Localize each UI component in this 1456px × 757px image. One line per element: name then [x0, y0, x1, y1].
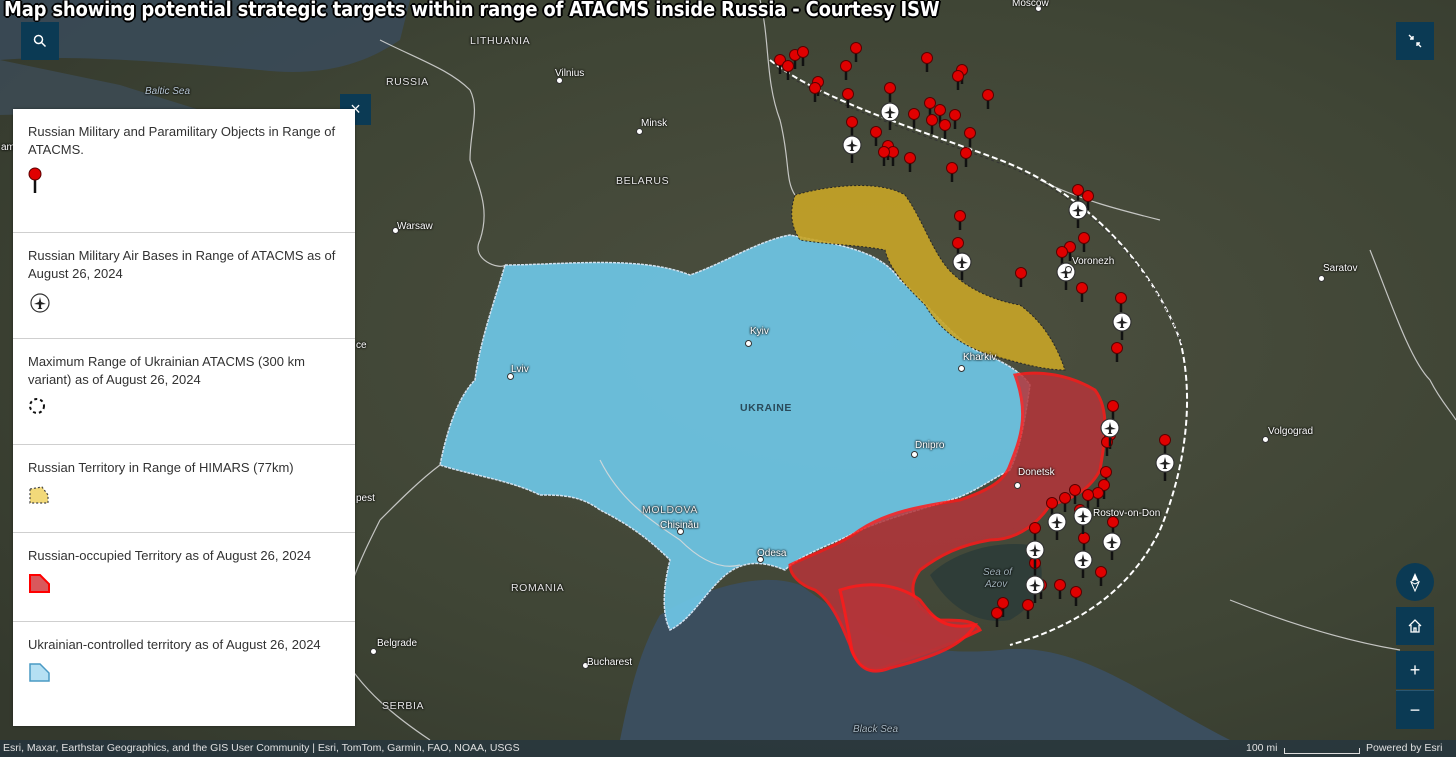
blue-polygon-icon — [29, 663, 50, 682]
powered-by-esri[interactable]: Powered by Esri — [1366, 740, 1442, 757]
legend-item-occupied: Russian-occupied Territory as of August … — [13, 533, 355, 622]
label-vilnius: Vilnius — [555, 68, 585, 79]
legend-panel: Russian Military and Paramilitary Object… — [13, 109, 355, 726]
label-dnipro: Dnipro — [915, 440, 945, 451]
legend-item-atacms-range: Maximum Range of Ukrainian ATACMS (300 k… — [13, 339, 355, 445]
label-kharkiv: Kharkiv — [963, 352, 997, 363]
label-lviv: Lviv — [511, 364, 529, 375]
label-ce: ce — [356, 340, 367, 351]
zoom-in-button[interactable]: + — [1396, 651, 1434, 689]
label-serbia: SERBIA — [382, 700, 425, 712]
label-chisinau: Chișinău — [660, 520, 699, 531]
label-ukraine: UKRAINE — [740, 402, 793, 414]
label-russia: RUSSIA — [386, 76, 429, 88]
city-dot-donetsk — [1014, 482, 1021, 489]
legend-label: Russian Military Air Bases in Range of A… — [28, 248, 336, 281]
legend-label: Russian Territory in Range of HIMARS (77… — [28, 460, 294, 475]
legend-item-ukrainian-controlled: Ukrainian-controlled territory as of Aug… — [13, 622, 355, 726]
attribution-bar: Esri, Maxar, Earthstar Geographics, and … — [0, 740, 1456, 757]
airplane-icon — [30, 293, 50, 313]
label-belgrade: Belgrade — [377, 638, 418, 649]
label-saratov: Saratov — [1323, 263, 1358, 274]
label-baltic-sea: Baltic Sea — [145, 86, 191, 97]
label-volgograd: Volgograd — [1268, 426, 1314, 437]
page-title: Map showing potential strategic targets … — [4, 0, 940, 21]
home-button[interactable] — [1396, 607, 1434, 645]
label-sea-of-azov-1: Sea of — [983, 567, 1012, 578]
label-bucharest: Bucharest — [587, 657, 633, 668]
legend-item-military-objects: Russian Military and Paramilitary Object… — [13, 109, 355, 233]
red-pin-icon — [28, 167, 42, 193]
legend-label: Russian-occupied Territory as of August … — [28, 548, 312, 563]
label-voronezh: Voronezh — [1072, 256, 1115, 267]
city-dot-dnipro — [911, 451, 918, 458]
city-dot-saratov — [1318, 275, 1325, 282]
search-icon — [33, 34, 47, 48]
city-dot-belgrade — [370, 648, 377, 655]
city-dot-volgograd — [1262, 436, 1269, 443]
city-dot-kharkiv — [958, 365, 965, 372]
dashed-circle-icon — [29, 398, 45, 414]
compass-button[interactable] — [1396, 563, 1434, 601]
city-dot-kyiv — [745, 340, 752, 347]
city-dot-voronezh — [1065, 266, 1072, 273]
label-warsaw: Warsaw — [397, 221, 433, 232]
label-sea-of-azov-2: Azov — [985, 579, 1008, 590]
red-polygon-icon — [29, 574, 50, 593]
collapse-icon — [1408, 34, 1422, 48]
search-button[interactable] — [21, 22, 59, 60]
zoom-out-button[interactable]: − — [1396, 690, 1434, 729]
label-moscow: Moscow — [1012, 0, 1049, 9]
attribution-text[interactable]: Esri, Maxar, Earthstar Geographics, and … — [3, 740, 520, 757]
label-donetsk: Donetsk — [1018, 467, 1055, 478]
home-icon — [1408, 619, 1422, 633]
label-rostov: Rostov-on-Don — [1093, 508, 1161, 519]
compass-icon — [1409, 573, 1421, 592]
scale-bar — [1284, 748, 1360, 754]
label-black-sea: Black Sea — [853, 724, 899, 735]
label-kyiv: Kyiv — [750, 326, 769, 337]
legend-label: Russian Military and Paramilitary Object… — [28, 124, 336, 157]
yellow-polygon-icon — [29, 486, 49, 504]
city-dot-minsk — [636, 128, 643, 135]
label-moldova: MOLDOVA — [642, 504, 698, 516]
label-belarus: BELARUS — [616, 175, 670, 187]
label-minsk: Minsk — [641, 118, 668, 129]
legend-label: Maximum Range of Ukrainian ATACMS (300 k… — [28, 354, 305, 387]
legend-item-himars-range: Russian Territory in Range of HIMARS (77… — [13, 445, 355, 533]
label-odesa: Odesa — [757, 548, 787, 559]
fullscreen-button[interactable] — [1396, 22, 1434, 60]
label-romania: ROMANIA — [511, 582, 565, 594]
label-budapest: pest — [356, 493, 375, 504]
legend-item-air-bases: Russian Military Air Bases in Range of A… — [13, 233, 355, 339]
label-lithuania: LITHUANIA — [470, 35, 531, 47]
scale-label: 100 mi — [1246, 742, 1278, 754]
legend-label: Ukrainian-controlled territory as of Aug… — [28, 637, 321, 652]
